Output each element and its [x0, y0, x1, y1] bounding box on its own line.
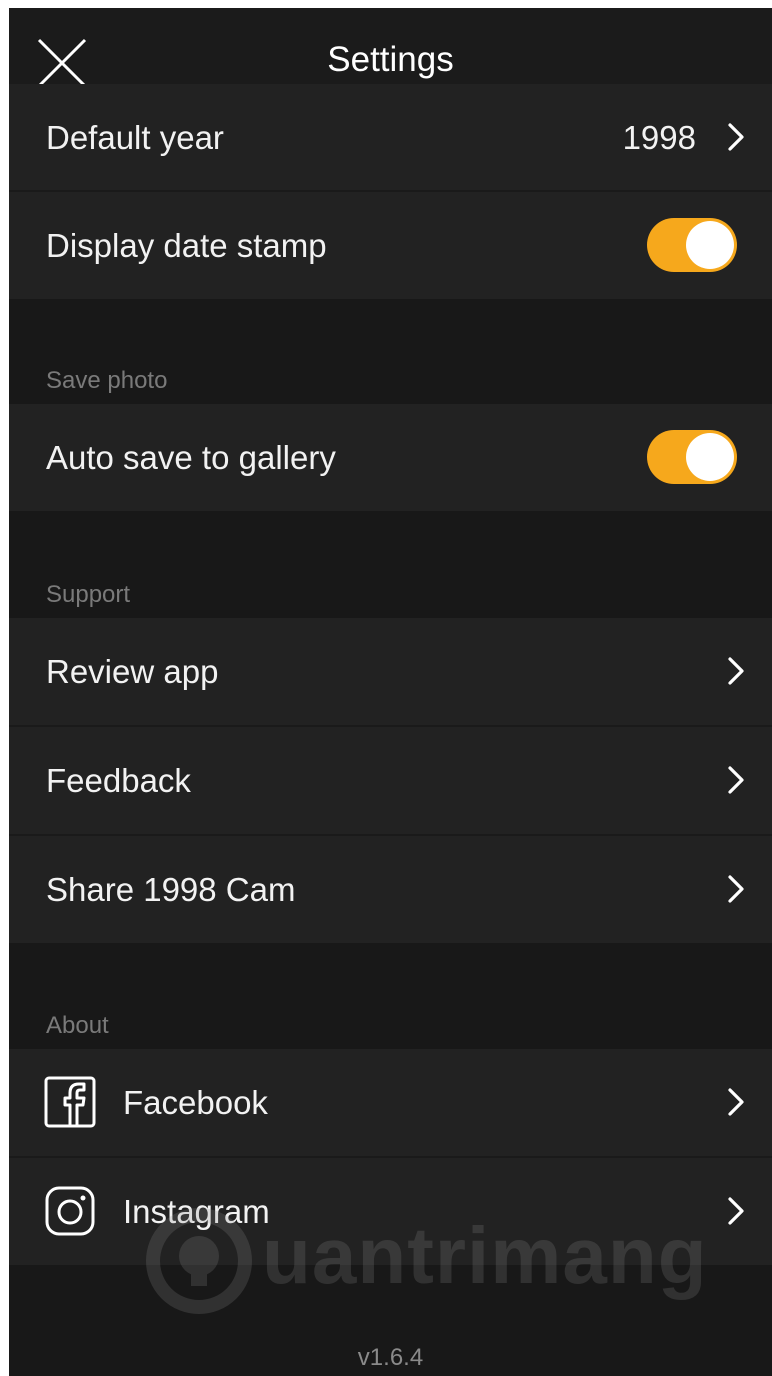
default-year-value: 1998: [622, 119, 696, 156]
display-date-stamp-label: Display date stamp: [46, 227, 327, 264]
facebook-icon: [44, 1076, 96, 1128]
share-label: Share 1998 Cam: [46, 871, 296, 908]
default-year-row[interactable]: Default year 1998: [9, 84, 772, 191]
instagram-icon: [45, 1186, 95, 1236]
review-app-row[interactable]: Review app: [9, 618, 772, 725]
settings-screen: Settings Default year 1998 Display date …: [9, 8, 772, 1376]
section-header-save-photo: Save photo: [46, 367, 168, 394]
default-year-label: Default year: [46, 119, 224, 156]
chevron-right-icon: [728, 1197, 744, 1225]
chevron-right-icon: [728, 123, 744, 151]
auto-save-toggle[interactable]: [647, 430, 737, 484]
facebook-row[interactable]: Facebook: [9, 1049, 772, 1156]
chevron-right-icon: [728, 1088, 744, 1116]
version-label: v1.6.4: [357, 1344, 424, 1371]
section-header-about: About: [46, 1012, 109, 1039]
page-title: Settings: [327, 40, 454, 79]
chevron-right-icon: [728, 766, 744, 794]
auto-save-label: Auto save to gallery: [46, 439, 336, 476]
chevron-right-icon: [728, 657, 744, 685]
instagram-row[interactable]: Instagram: [9, 1158, 772, 1265]
section-header-support: Support: [46, 581, 131, 608]
toggle-knob: [686, 433, 734, 481]
instagram-label: Instagram: [123, 1193, 270, 1230]
display-date-stamp-row: Display date stamp: [9, 192, 772, 299]
facebook-label: Facebook: [123, 1084, 268, 1121]
chevron-right-icon: [728, 875, 744, 903]
auto-save-row: Auto save to gallery: [9, 404, 772, 511]
review-app-label: Review app: [46, 653, 219, 690]
feedback-label: Feedback: [46, 762, 191, 799]
feedback-row[interactable]: Feedback: [9, 727, 772, 834]
toggle-knob: [686, 221, 734, 269]
share-row[interactable]: Share 1998 Cam: [9, 836, 772, 943]
display-date-stamp-toggle[interactable]: [647, 218, 737, 272]
